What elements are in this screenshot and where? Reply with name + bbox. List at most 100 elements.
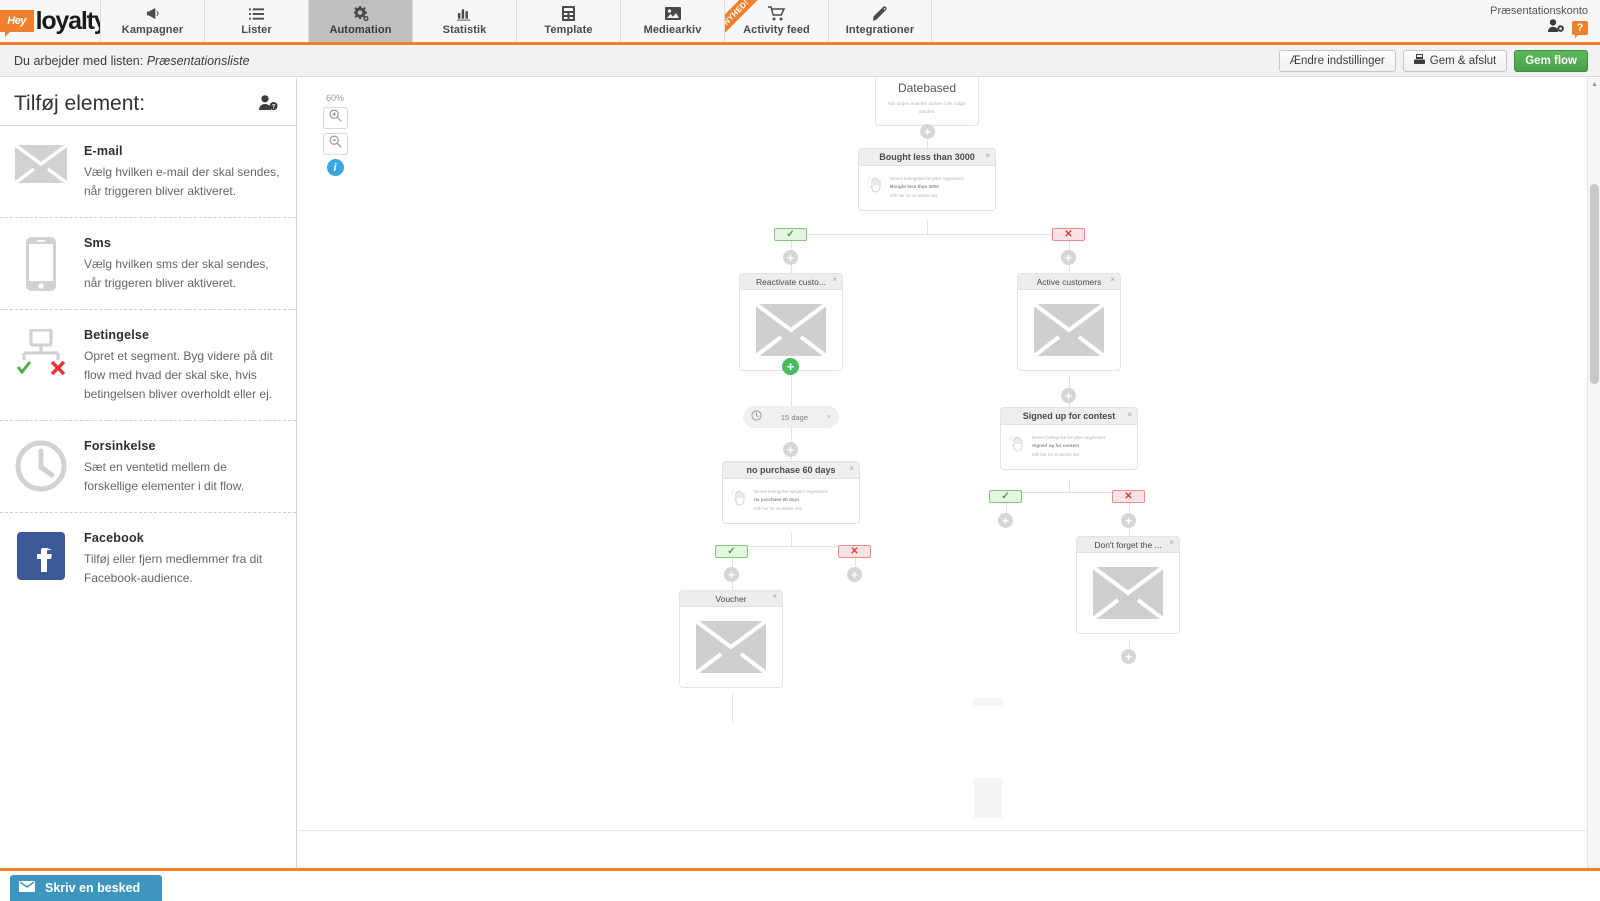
save-flow-button[interactable]: Gem flow <box>1514 50 1588 72</box>
add-node-button[interactable]: + <box>1061 250 1076 265</box>
connector <box>791 234 1069 235</box>
add-node-button[interactable]: + <box>1061 388 1076 403</box>
close-icon[interactable]: × <box>985 151 990 160</box>
sidebar-item-description: Opret et segment. Byg videre på dit flow… <box>84 347 280 403</box>
add-node-button[interactable]: + <box>783 250 798 265</box>
add-node-button[interactable]: + <box>998 513 1013 528</box>
node-title: Voucher <box>715 594 746 604</box>
help-icon[interactable]: ? <box>1572 21 1588 35</box>
flow-node-trigger[interactable]: Datebased Når dagen matcher datoen i det… <box>875 78 979 126</box>
automation-flow: Datebased Når dagen matcher datoen i det… <box>298 78 1600 900</box>
save-and-exit-button[interactable]: Gem & afslut <box>1403 50 1507 72</box>
close-icon[interactable]: × <box>772 592 777 601</box>
sidebar-item-title: Betingelse <box>84 328 280 342</box>
gear-icon <box>353 6 369 21</box>
trigger-subtitle: Når dagen matcher datoen i det valgte da… <box>883 100 971 116</box>
sidebar-title: Tilføj element: <box>14 92 145 116</box>
working-list-prefix: Du arbejder med listen: <box>14 54 143 68</box>
write-message-label: Skriv en besked <box>45 881 140 895</box>
close-icon[interactable]: × <box>827 414 831 421</box>
flow-node-delay[interactable]: 15 dage × <box>743 406 839 428</box>
nav-tab-label: Automation <box>329 24 391 36</box>
nav-tab-label: Statistik <box>443 24 487 36</box>
envelope-icon <box>19 879 35 897</box>
change-settings-button[interactable]: Ændre indstillinger <box>1279 50 1396 72</box>
flow-node-email-voucher[interactable]: Voucher × <box>679 590 783 688</box>
flow-node-condition-contest[interactable]: Signed up for contest × Denne betingelse… <box>1000 407 1138 470</box>
close-icon[interactable]: × <box>832 275 837 284</box>
user-help-icon[interactable]: ? <box>259 95 278 116</box>
app-logo[interactable]: Hey loyalty <box>0 0 100 42</box>
sidebar-item-facebook[interactable]: Facebook Tilføj eller fjern medlemmer fr… <box>0 513 296 604</box>
add-node-button[interactable]: + <box>847 567 862 582</box>
add-node-button[interactable]: + <box>1121 513 1136 528</box>
scroll-up-arrow[interactable]: ▲ <box>1588 78 1600 91</box>
sidebar-item-betingelse[interactable]: Betingelse Opret et segment. Byg videre … <box>0 310 296 421</box>
save-flow-label: Gem flow <box>1525 55 1577 67</box>
account-area: Præsentationskonto ? <box>1490 0 1600 42</box>
add-node-button-active[interactable]: + <box>782 358 799 375</box>
hand-pointer-icon <box>730 488 748 513</box>
close-icon[interactable]: × <box>849 464 854 473</box>
branch-badge-yes[interactable]: ✓ <box>715 545 748 558</box>
node-desc-line3: Klik her for at ændre det. <box>754 505 828 513</box>
nav-tab-lister[interactable]: Lister <box>204 0 308 42</box>
nav-tab-integrationer[interactable]: Integrationer <box>828 0 932 42</box>
connector <box>1069 479 1070 492</box>
add-node-button[interactable]: + <box>783 442 798 457</box>
envelope-icon <box>14 143 68 183</box>
sidebar-item-sms[interactable]: Sms Vælg hvilken sms der skal sendes, nå… <box>0 218 296 310</box>
change-settings-label: Ændre indstillinger <box>1290 55 1385 67</box>
branch-badge-no[interactable]: ✕ <box>1112 490 1145 503</box>
add-element-sidebar: Tilføj element: ? E-mail Vælg hvilken e-… <box>0 78 297 900</box>
nav-tab-activity-feed[interactable]: NYHED! Activity feed <box>724 0 828 42</box>
nav-tab-automation[interactable]: Automation <box>308 0 412 42</box>
nav-tab-label: Lister <box>241 24 272 36</box>
branch-badge-yes[interactable]: ✓ <box>989 490 1022 503</box>
vertical-scrollbar[interactable]: ▲ ▼ <box>1587 78 1600 900</box>
nav-tab-kampagner[interactable]: Kampagner <box>100 0 204 42</box>
chat-bar: Skriv en besked <box>0 868 1600 900</box>
branch-badge-yes[interactable]: ✓ <box>774 228 807 241</box>
sub-header-actions: Ændre indstillinger Gem & afslut Gem flo… <box>1279 50 1588 72</box>
sidebar-item-forsinkelse[interactable]: Forsinkelse Sæt en ventetid mellem de fo… <box>0 421 296 513</box>
close-icon[interactable]: × <box>1127 410 1132 419</box>
scrollbar-thumb[interactable] <box>1590 184 1599 384</box>
node-title: no purchase 60 days <box>746 465 835 475</box>
add-node-button[interactable]: + <box>920 124 935 139</box>
flow-node-email-dontforget[interactable]: Don't forget the ... × <box>1076 536 1180 634</box>
add-node-button[interactable]: + <box>724 567 739 582</box>
close-icon[interactable]: × <box>1110 275 1115 284</box>
close-icon[interactable]: × <box>1169 538 1174 547</box>
branch-badge-no[interactable]: ✕ <box>838 545 871 558</box>
envelope-icon <box>756 304 826 356</box>
flow-node-condition-nopurchase[interactable]: no purchase 60 days × Denne betingelse b… <box>722 461 860 524</box>
branch-badge-no[interactable]: ✕ <box>1052 228 1085 241</box>
nav-tab-statistik[interactable]: Statistik <box>412 0 516 42</box>
account-name: Præsentationskonto <box>1490 5 1588 17</box>
add-node-button[interactable]: + <box>1121 649 1136 664</box>
flow-node-condition-bought[interactable]: Bought less than 3000 × Denne betingelse… <box>858 148 996 211</box>
sidebar-item-email[interactable]: E-mail Vælg hvilken e-mail der skal send… <box>0 126 296 218</box>
envelope-icon <box>696 621 766 673</box>
nav-tab-template[interactable]: Template <box>516 0 620 42</box>
megaphone-icon <box>145 6 160 21</box>
save-disk-icon <box>1414 54 1425 67</box>
nav-tab-mediearkiv[interactable]: Mediearkiv <box>620 0 724 42</box>
flow-node-email-active[interactable]: Active customers × <box>1017 273 1121 371</box>
sidebar-item-description: Vælg hvilken sms der skal sendes, når tr… <box>84 255 280 292</box>
working-list-name: Præsentationsliste <box>147 54 250 68</box>
logo-mark-text: Hey <box>7 15 26 27</box>
hand-pointer-icon <box>1008 434 1026 459</box>
node-desc-line1: Denne betingelse benytter segmentet: <box>754 488 828 496</box>
canvas-divider <box>298 830 1588 831</box>
flow-canvas[interactable]: 60% i Datebased Når dagen matcher datoen… <box>298 78 1600 900</box>
email-preview <box>680 607 782 687</box>
save-and-exit-label: Gem & afslut <box>1430 55 1496 67</box>
facebook-icon <box>14 530 68 580</box>
user-settings-icon[interactable] <box>1548 19 1565 38</box>
canvas-ghost-element <box>974 778 1002 818</box>
write-message-button[interactable]: Skriv en besked <box>10 875 162 901</box>
node-title: Reactivate custo... <box>756 277 826 287</box>
flow-node-email-reactivate[interactable]: Reactivate custo... × <box>739 273 843 371</box>
